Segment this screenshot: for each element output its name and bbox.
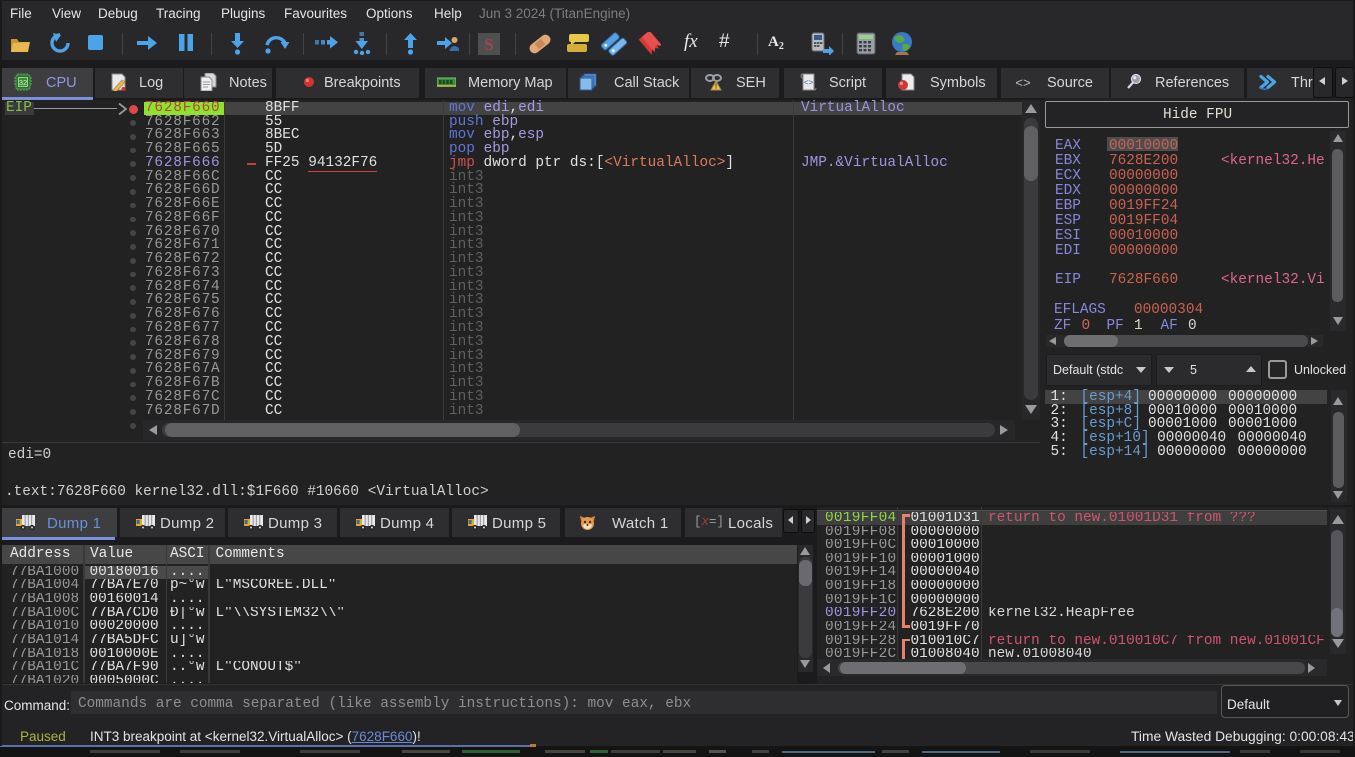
svg-text:!: ! bbox=[715, 84, 717, 91]
svg-text:S: S bbox=[484, 35, 493, 54]
svg-text:<>: <> bbox=[804, 79, 814, 88]
svg-text:32: 32 bbox=[19, 78, 27, 87]
svg-text:<>: <> bbox=[1015, 76, 1031, 91]
